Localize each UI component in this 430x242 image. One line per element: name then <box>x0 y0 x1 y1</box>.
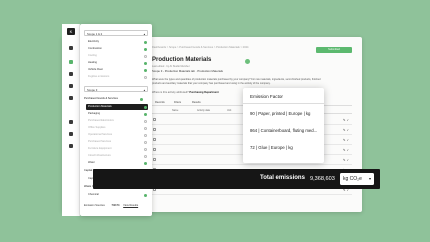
row-action-icons[interactable]: ✎✓ <box>343 128 350 132</box>
complete-icon <box>144 40 147 44</box>
scope-item[interactable]: Water <box>88 160 148 166</box>
row-checkbox[interactable] <box>153 118 156 121</box>
emission-factor-dropdown: Emission Factor 90 | Paper, printed | Eu… <box>243 88 324 163</box>
complete-icon <box>140 97 143 101</box>
chevron-up-icon: ▴ <box>143 88 145 92</box>
home-icon[interactable] <box>69 46 73 50</box>
toolbar-records[interactable]: Records <box>155 101 165 104</box>
attribution-value[interactable]: Purchasing Department <box>189 91 218 94</box>
scope-item[interactable]: Purchased Electronics <box>88 118 148 124</box>
section-tabs[interactable]: Scope 3 - Production Materials tab · Pro… <box>152 69 223 73</box>
users-icon[interactable] <box>69 132 73 136</box>
attribution-question: Where is this activity attributed? Purch… <box>152 91 219 94</box>
page-subtitle: Last edited · by AI Studio Member <box>152 65 190 68</box>
row-action-icons[interactable]: ✎✓ <box>343 158 350 162</box>
scope-item[interactable]: Operational Services <box>88 132 148 138</box>
emission-sources-label: Emission Sources <box>84 204 105 207</box>
scope-item[interactable]: Fugitive emissions <box>88 74 148 80</box>
complete-icon <box>144 68 147 72</box>
row-checkbox[interactable] <box>153 148 156 151</box>
emission-factor-option[interactable]: 72 | Glue | Europe | kg <box>250 145 293 150</box>
scope-header-label: Scope 1 & 2 <box>87 32 103 36</box>
scope-item[interactable]: Purchased Services <box>88 139 148 145</box>
toolbar-results[interactable]: Results <box>192 101 201 104</box>
row-action-icons[interactable]: ✎✓ <box>343 148 350 152</box>
scope-item[interactable]: Office Supplies <box>88 125 148 131</box>
scope-item[interactable]: Packaging <box>88 111 148 117</box>
row-action-icons[interactable]: ✎✓ <box>343 138 350 142</box>
total-emissions-bar: Total emissions 9,368,603 kg CO₂e ▾ <box>93 169 380 189</box>
incomplete-icon <box>144 147 147 151</box>
column-header: Activity data <box>197 109 210 112</box>
complete-icon <box>144 105 147 109</box>
settings-icon[interactable] <box>69 144 73 148</box>
scope-item[interactable]: Heating <box>88 60 148 66</box>
view-results-link[interactable]: View Results <box>123 204 138 207</box>
divider <box>243 103 324 104</box>
incomplete-icon <box>144 133 147 137</box>
complete-icon <box>144 161 147 165</box>
scope-item[interactable]: Furniture Equipment <box>88 146 148 152</box>
status-dot <box>245 59 250 64</box>
page-title: Production Materials <box>152 57 212 63</box>
unit-select[interactable]: kg CO₂e ▾ <box>340 173 374 185</box>
unit-label: kg CO₂e <box>343 176 362 182</box>
scope-item-active[interactable]: Production Materials <box>86 104 148 110</box>
scope-item[interactable]: Vehicle Fleet <box>88 67 148 73</box>
scope-footer: Emission Sources 74/174 View Results <box>84 204 138 207</box>
report-icon[interactable] <box>69 84 73 88</box>
emission-factor-option[interactable]: 90 | Paper, printed | Europe | kg <box>250 111 310 116</box>
incomplete-icon <box>144 140 147 144</box>
complete-icon <box>144 193 147 197</box>
column-header: Unit <box>227 109 232 112</box>
scope-item[interactable]: Chemical <box>88 192 148 198</box>
building-icon[interactable] <box>69 120 73 124</box>
logo[interactable]: K <box>67 28 75 35</box>
scope-item[interactable]: Cloud Infrastructure <box>88 153 148 159</box>
scope-item[interactable]: Cooling <box>88 53 148 59</box>
scope-header-label: Scope 3 <box>87 88 98 92</box>
breadcrumb: Dashboards > Scope > Purchased Goods & S… <box>152 46 249 49</box>
scope-item[interactable]: Combustion <box>88 46 148 52</box>
leaf-icon[interactable] <box>69 60 73 64</box>
chevron-down-icon: ▾ <box>368 176 371 181</box>
dropdown-header: Emission Factor <box>250 94 283 99</box>
question-description: What were the types and quantities of pr… <box>152 78 321 85</box>
total-emissions-value: 9,368,603 <box>310 175 335 182</box>
row-checkbox[interactable] <box>153 128 156 131</box>
complete-icon <box>144 112 147 116</box>
complete-icon <box>144 47 147 51</box>
category-purchased-goods[interactable]: Purchased Goods & Services <box>84 96 144 102</box>
incomplete-icon <box>144 126 147 130</box>
scope-3-dropdown[interactable]: Scope 3 ▴ <box>84 86 148 92</box>
row-checkbox[interactable] <box>153 138 156 141</box>
icon-rail: K <box>62 24 80 216</box>
chevron-up-icon: ▴ <box>143 32 145 36</box>
toolbar-filters[interactable]: Filters <box>174 101 181 104</box>
emission-sources-count: 74/174 <box>111 204 120 207</box>
row-action-icons[interactable]: ✎✓ <box>343 118 350 122</box>
chart-icon[interactable] <box>69 72 73 76</box>
emission-factor-option[interactable]: 864 | Containerboard, fluting med... <box>250 128 317 133</box>
column-header: Name <box>172 109 179 112</box>
attribution-label: Where is this activity attributed? <box>152 91 189 94</box>
complete-icon <box>144 61 147 65</box>
scope-1-2-dropdown[interactable]: Scope 1 & 2 ▴ <box>84 30 148 36</box>
submitted-button[interactable]: Submitted <box>316 47 352 53</box>
target-icon[interactable] <box>69 96 73 100</box>
row-checkbox[interactable] <box>153 158 156 161</box>
scope-item[interactable]: Electricity <box>88 39 148 45</box>
total-emissions-label: Total emissions <box>260 175 305 181</box>
incomplete-icon <box>144 75 147 79</box>
incomplete-icon <box>144 54 147 58</box>
incomplete-icon <box>144 154 147 158</box>
incomplete-icon <box>144 119 147 123</box>
